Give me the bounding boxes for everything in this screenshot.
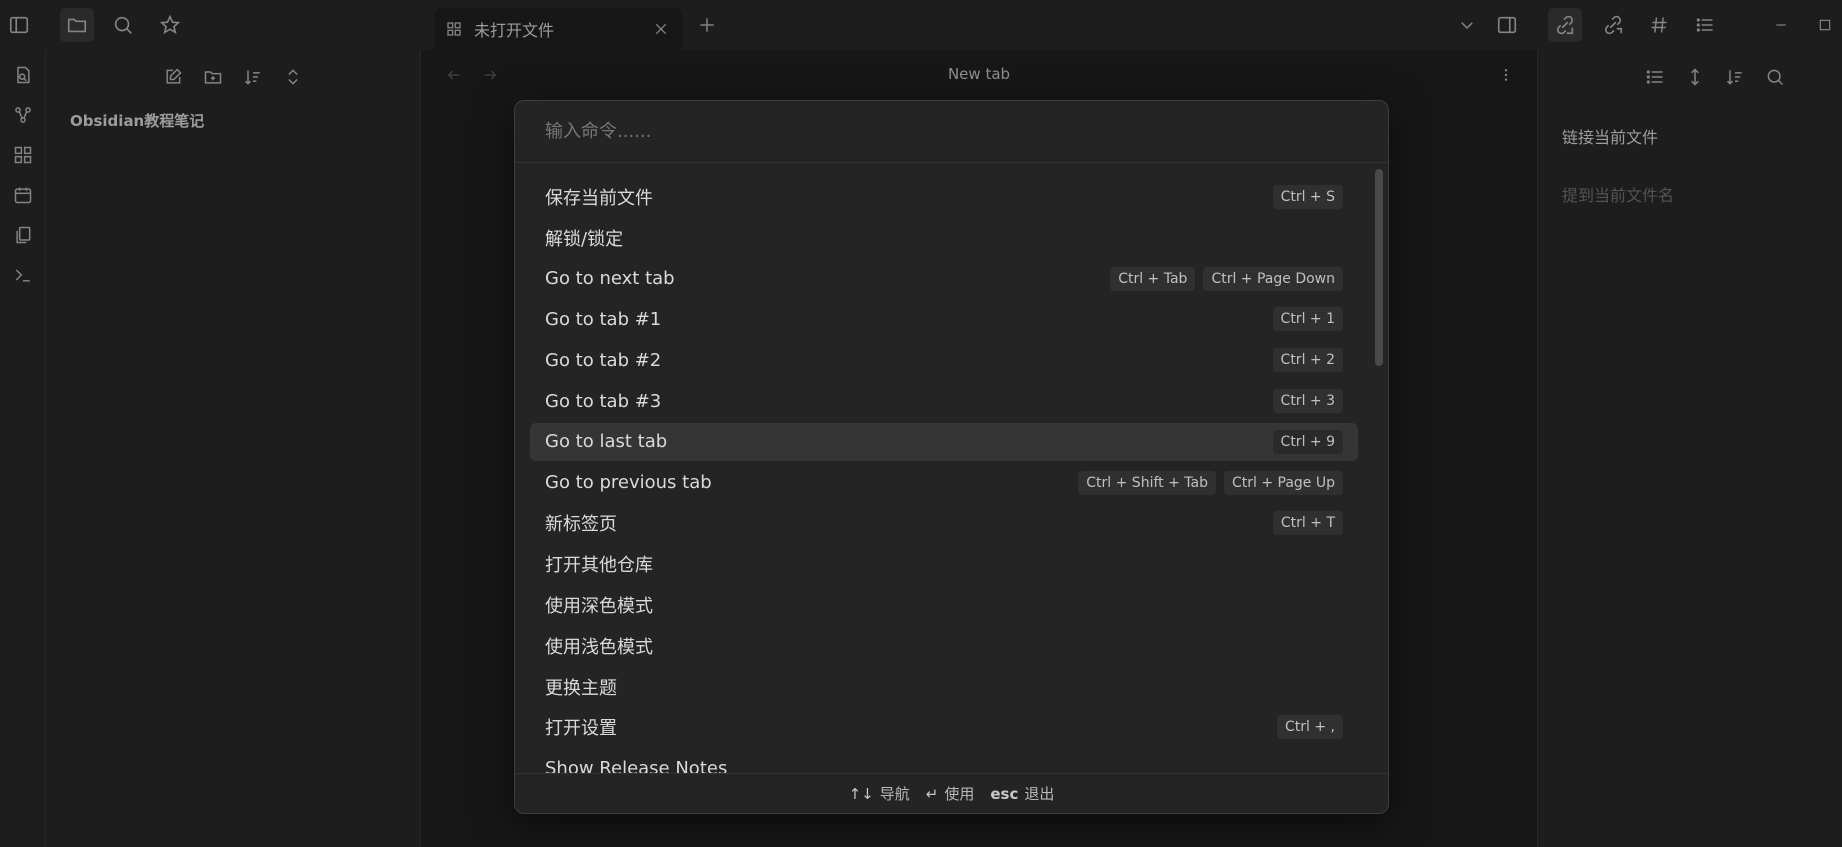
hotkey-group: Ctrl + 1 xyxy=(1272,307,1343,332)
hotkey-group: Ctrl + Shift + Tab Ctrl + Page Up xyxy=(1078,470,1343,495)
navigate-key: ↑↓ xyxy=(848,784,874,803)
enter-key: ↵ xyxy=(925,784,939,803)
hotkey-group: Ctrl + Tab Ctrl + Page Down xyxy=(1110,266,1343,291)
command-label: 保存当前文件 xyxy=(545,188,653,209)
hotkey-badge: Ctrl + , xyxy=(1277,715,1343,740)
command-item[interactable]: 打开其他仓库 xyxy=(530,545,1358,583)
command-label: 新标签页 xyxy=(545,514,617,536)
hotkey-badge: Ctrl + 3 xyxy=(1272,389,1343,413)
command-label: Go to tab #1 xyxy=(545,308,662,330)
command-item[interactable]: 使用深色模式 xyxy=(530,586,1358,624)
command-label: Go to last tab xyxy=(545,431,668,453)
scrollbar[interactable] xyxy=(1375,169,1383,366)
command-label: 解锁/锁定 xyxy=(545,228,624,250)
navigate-hint: ↑↓ 导航 xyxy=(849,783,910,804)
hotkey-group: Ctrl + 9 xyxy=(1272,429,1343,454)
hotkey-group: Ctrl + 3 xyxy=(1272,389,1343,413)
hotkey-badge: Ctrl + Page Up xyxy=(1223,470,1343,495)
command-label: 更换主题 xyxy=(545,677,617,699)
esc-key: esc xyxy=(990,784,1019,803)
palette-footer: ↑↓ 导航 ↵ 使用 esc 退出 xyxy=(515,773,1388,813)
hotkey-badge: Ctrl + Shift + Tab xyxy=(1078,470,1216,495)
command-item[interactable]: Go to tab #2 Ctrl + 2 xyxy=(530,341,1358,379)
command-item[interactable]: Go to tab #3 Ctrl + 3 xyxy=(530,382,1358,420)
command-item[interactable]: Go to previous tab Ctrl + Shift + Tab Ctrl… xyxy=(530,464,1358,502)
command-item[interactable]: Go to tab #1 Ctrl + 1 xyxy=(530,300,1358,338)
command-item[interactable]: 使用浅色模式 xyxy=(530,627,1358,665)
use-hint: ↵ 使用 xyxy=(926,783,975,804)
hotkey-badge: Ctrl + 2 xyxy=(1272,348,1343,373)
hotkey-group: Ctrl + T xyxy=(1272,511,1343,536)
command-item[interactable]: 保存当前文件 Ctrl + S xyxy=(530,178,1358,216)
command-label: 使用浅色模式 xyxy=(545,636,653,658)
command-palette: 保存当前文件 Ctrl + S 解锁/锁定 Go to next tab Ctrl + … xyxy=(514,100,1389,814)
command-item[interactable]: 打开设置 Ctrl + , xyxy=(530,708,1358,746)
command-label: 打开其他仓库 xyxy=(545,555,653,577)
navigate-label: 导航 xyxy=(879,785,910,803)
hotkey-group: Ctrl + S xyxy=(1272,185,1343,209)
command-item[interactable]: Go to last tab Ctrl + 9 xyxy=(530,422,1358,461)
hotkey-badge: Ctrl + T xyxy=(1272,511,1343,536)
hotkey-badge: Ctrl + 9 xyxy=(1272,429,1343,454)
hotkey-badge: Ctrl + S xyxy=(1272,185,1343,209)
command-label: Go to next tab xyxy=(545,268,675,290)
command-item[interactable]: 更换主题 xyxy=(530,668,1358,706)
command-label: Go to previous tab xyxy=(545,472,712,494)
command-label: 使用深色模式 xyxy=(545,596,653,617)
esc-label: 退出 xyxy=(1024,785,1055,803)
use-label: 使用 xyxy=(944,785,975,803)
command-label: Go to tab #2 xyxy=(545,349,662,371)
esc-hint: esc 退出 xyxy=(990,783,1054,804)
hotkey-group: Ctrl + , xyxy=(1277,715,1343,740)
command-list: 保存当前文件 Ctrl + S 解锁/锁定 Go to next tab Ctrl + … xyxy=(530,178,1358,813)
hotkey-badge: Ctrl + 1 xyxy=(1272,307,1343,332)
hotkey-badge: Ctrl + Tab xyxy=(1110,266,1196,291)
command-label: Go to tab #3 xyxy=(545,390,662,412)
command-label: 打开设置 xyxy=(545,718,617,740)
hotkey-badge: Ctrl + Page Down xyxy=(1203,266,1343,291)
command-item[interactable]: 新标签页 Ctrl + T xyxy=(530,504,1358,542)
hotkey-group: Ctrl + 2 xyxy=(1272,348,1343,373)
command-item[interactable]: 解锁/锁定 xyxy=(530,219,1358,257)
command-search-input[interactable] xyxy=(515,101,1388,163)
command-item[interactable]: Go to next tab Ctrl + Tab Ctrl + Page Down xyxy=(530,260,1358,298)
